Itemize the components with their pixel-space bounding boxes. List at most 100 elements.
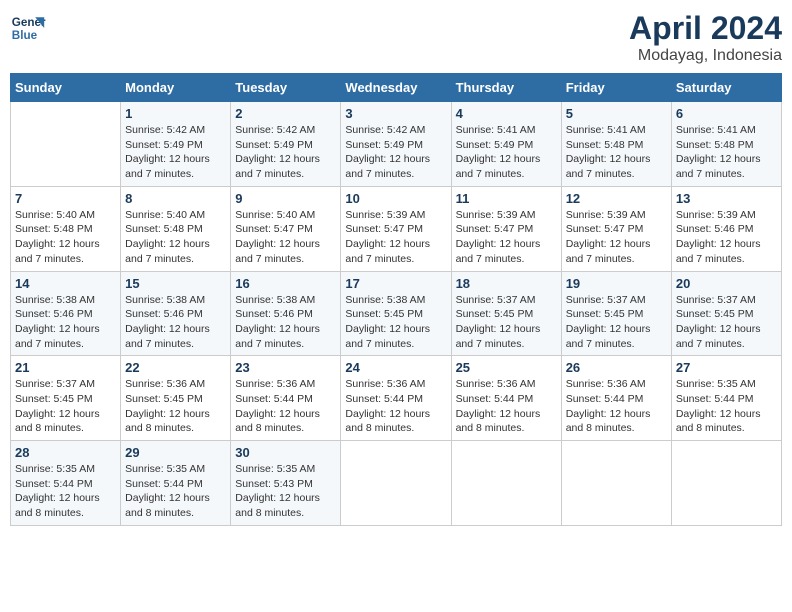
calendar-cell: 4 Sunrise: 5:41 AM Sunset: 5:49 PM Daylig…: [451, 102, 561, 187]
day-number: 22: [125, 360, 226, 375]
day-number: 15: [125, 276, 226, 291]
logo: General Blue: [10, 10, 46, 46]
logo-icon: General Blue: [10, 10, 46, 46]
day-number: 6: [676, 106, 777, 121]
day-number: 14: [15, 276, 116, 291]
header: General Blue April 2024 Modayag, Indones…: [10, 10, 782, 65]
calendar-cell: 1Sunrise: 5:42 AM Sunset: 5:49 PM Daylig…: [121, 102, 231, 187]
day-number: 20: [676, 276, 777, 291]
title-block: April 2024 Modayag, Indonesia: [629, 10, 782, 65]
day-info: Sunrise: 5:40 AM Sunset: 5:48 PM Dayligh…: [15, 208, 116, 267]
calendar-cell: 18Sunrise: 5:37 AM Sunset: 5:45 PM Dayli…: [451, 271, 561, 356]
day-info: Sunrise: 5:37 AM Sunset: 5:45 PM Dayligh…: [15, 377, 116, 436]
calendar-cell: 28Sunrise: 5:35 AM Sunset: 5:44 PM Dayli…: [11, 441, 121, 526]
calendar-cell: 2 Sunrise: 5:42 AM Sunset: 5:49 PM Daylig…: [231, 102, 341, 187]
day-info: Sunrise: 5:41 AM Sunset: 5:49 PM Dayligh…: [456, 123, 557, 182]
day-number: 27: [676, 360, 777, 375]
day-info: Sunrise: 5:35 AM Sunset: 5:44 PM Dayligh…: [15, 462, 116, 521]
dow-header-thursday: Thursday: [451, 74, 561, 102]
calendar-cell: 13 Sunrise: 5:39 AM Sunset: 5:46 PM Dayli…: [671, 186, 781, 271]
day-number: 4: [456, 106, 557, 121]
calendar-cell: [451, 441, 561, 526]
day-info: Sunrise: 5:41 AM Sunset: 5:48 PM Dayligh…: [676, 123, 777, 182]
day-info: Sunrise: 5:42 AM Sunset: 5:49 PM Dayligh…: [235, 123, 336, 182]
dow-header-saturday: Saturday: [671, 74, 781, 102]
day-number: 7: [15, 191, 116, 206]
day-number: 30: [235, 445, 336, 460]
calendar-cell: 12Sunrise: 5:39 AM Sunset: 5:47 PM Dayli…: [561, 186, 671, 271]
day-number: 25: [456, 360, 557, 375]
calendar-subtitle: Modayag, Indonesia: [629, 47, 782, 65]
day-info: Sunrise: 5:35 AM Sunset: 5:44 PM Dayligh…: [676, 377, 777, 436]
calendar-cell: 7 Sunrise: 5:40 AM Sunset: 5:48 PM Daylig…: [11, 186, 121, 271]
week-row-5: 28Sunrise: 5:35 AM Sunset: 5:44 PM Dayli…: [11, 441, 782, 526]
day-number: 23: [235, 360, 336, 375]
calendar-cell: 5Sunrise: 5:41 AM Sunset: 5:48 PM Daylig…: [561, 102, 671, 187]
day-info: Sunrise: 5:36 AM Sunset: 5:45 PM Dayligh…: [125, 377, 226, 436]
calendar-cell: 27 Sunrise: 5:35 AM Sunset: 5:44 PM Dayli…: [671, 356, 781, 441]
day-info: Sunrise: 5:38 AM Sunset: 5:45 PM Dayligh…: [345, 293, 446, 352]
day-number: 19: [566, 276, 667, 291]
dow-header-friday: Friday: [561, 74, 671, 102]
dow-header-sunday: Sunday: [11, 74, 121, 102]
day-number: 10: [345, 191, 446, 206]
day-number: 24: [345, 360, 446, 375]
calendar-title: April 2024: [629, 10, 782, 47]
calendar-cell: [11, 102, 121, 187]
calendar-cell: 8 Sunrise: 5:40 AM Sunset: 5:48 PM Daylig…: [121, 186, 231, 271]
day-number: 26: [566, 360, 667, 375]
day-number: 8: [125, 191, 226, 206]
day-info: Sunrise: 5:36 AM Sunset: 5:44 PM Dayligh…: [566, 377, 667, 436]
calendar-cell: 15 Sunrise: 5:38 AM Sunset: 5:46 PM Dayli…: [121, 271, 231, 356]
day-info: Sunrise: 5:39 AM Sunset: 5:47 PM Dayligh…: [345, 208, 446, 267]
calendar-cell: 24 Sunrise: 5:36 AM Sunset: 5:44 PM Dayli…: [341, 356, 451, 441]
dow-header-wednesday: Wednesday: [341, 74, 451, 102]
day-number: 13: [676, 191, 777, 206]
calendar-cell: 25 Sunrise: 5:36 AM Sunset: 5:44 PM Dayli…: [451, 356, 561, 441]
calendar-table: SundayMondayTuesdayWednesdayThursdayFrid…: [10, 73, 782, 526]
day-number: 17: [345, 276, 446, 291]
week-row-2: 7 Sunrise: 5:40 AM Sunset: 5:48 PM Daylig…: [11, 186, 782, 271]
calendar-cell: 19 Sunrise: 5:37 AM Sunset: 5:45 PM Dayli…: [561, 271, 671, 356]
day-number: 5: [566, 106, 667, 121]
calendar-cell: 21 Sunrise: 5:37 AM Sunset: 5:45 PM Dayli…: [11, 356, 121, 441]
day-info: Sunrise: 5:42 AM Sunset: 5:49 PM Dayligh…: [345, 123, 446, 182]
day-info: Sunrise: 5:37 AM Sunset: 5:45 PM Dayligh…: [456, 293, 557, 352]
day-info: Sunrise: 5:38 AM Sunset: 5:46 PM Dayligh…: [125, 293, 226, 352]
day-info: Sunrise: 5:37 AM Sunset: 5:45 PM Dayligh…: [676, 293, 777, 352]
day-info: Sunrise: 5:40 AM Sunset: 5:47 PM Dayligh…: [235, 208, 336, 267]
days-of-week-row: SundayMondayTuesdayWednesdayThursdayFrid…: [11, 74, 782, 102]
day-number: 21: [15, 360, 116, 375]
calendar-cell: 14Sunrise: 5:38 AM Sunset: 5:46 PM Dayli…: [11, 271, 121, 356]
day-info: Sunrise: 5:38 AM Sunset: 5:46 PM Dayligh…: [235, 293, 336, 352]
day-number: 3: [345, 106, 446, 121]
day-number: 9: [235, 191, 336, 206]
week-row-3: 14 Sunrise: 5:38 AM Sunset: 5:46 PM Dayli…: [11, 271, 782, 356]
calendar-cell: 26 Sunrise: 5:36 AM Sunset: 5:44 PM Dayli…: [561, 356, 671, 441]
day-number: 29: [125, 445, 226, 460]
calendar-cell: [561, 441, 671, 526]
day-number: 16: [235, 276, 336, 291]
calendar-cell: 29Sunrise: 5:35 AM Sunset: 5:44 PM Dayli…: [121, 441, 231, 526]
day-info: Sunrise: 5:37 AM Sunset: 5:45 PM Dayligh…: [566, 293, 667, 352]
day-info: Sunrise: 5:35 AM Sunset: 5:43 PM Dayligh…: [235, 462, 336, 521]
day-number: 2: [235, 106, 336, 121]
calendar-cell: 20 Sunrise: 5:37 AM Sunset: 5:45 PM Dayli…: [671, 271, 781, 356]
day-info: Sunrise: 5:42 AM Sunset: 5:49 PM Dayligh…: [125, 123, 226, 182]
day-info: Sunrise: 5:40 AM Sunset: 5:48 PM Dayligh…: [125, 208, 226, 267]
day-info: Sunrise: 5:36 AM Sunset: 5:44 PM Dayligh…: [235, 377, 336, 436]
calendar-cell: 16 Sunrise: 5:38 AM Sunset: 5:46 PM Dayli…: [231, 271, 341, 356]
day-number: 11: [456, 191, 557, 206]
week-row-1: 1Sunrise: 5:42 AM Sunset: 5:49 PM Daylig…: [11, 102, 782, 187]
week-row-4: 21 Sunrise: 5:37 AM Sunset: 5:45 PM Dayli…: [11, 356, 782, 441]
calendar-cell: 3 Sunrise: 5:42 AM Sunset: 5:49 PM Daylig…: [341, 102, 451, 187]
calendar-cell: 10 Sunrise: 5:39 AM Sunset: 5:47 PM Dayli…: [341, 186, 451, 271]
day-info: Sunrise: 5:36 AM Sunset: 5:44 PM Dayligh…: [456, 377, 557, 436]
calendar-cell: 9 Sunrise: 5:40 AM Sunset: 5:47 PM Daylig…: [231, 186, 341, 271]
calendar-body: 1Sunrise: 5:42 AM Sunset: 5:49 PM Daylig…: [11, 102, 782, 526]
day-info: Sunrise: 5:39 AM Sunset: 5:46 PM Dayligh…: [676, 208, 777, 267]
calendar-cell: 11Sunrise: 5:39 AM Sunset: 5:47 PM Dayli…: [451, 186, 561, 271]
dow-header-tuesday: Tuesday: [231, 74, 341, 102]
day-info: Sunrise: 5:36 AM Sunset: 5:44 PM Dayligh…: [345, 377, 446, 436]
calendar-cell: 22 Sunrise: 5:36 AM Sunset: 5:45 PM Dayli…: [121, 356, 231, 441]
